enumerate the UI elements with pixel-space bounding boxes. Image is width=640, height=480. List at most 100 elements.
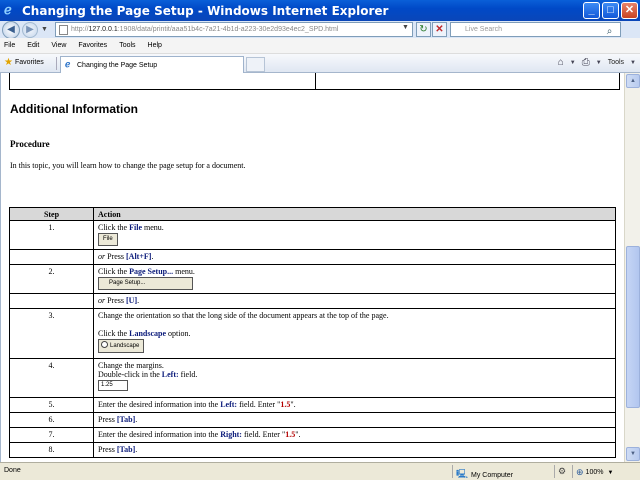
dropdown-icon[interactable]: ▼ xyxy=(607,470,613,476)
action-cell: Press [Tab]. xyxy=(93,442,616,458)
window-controls: _ □ ✕ xyxy=(583,2,638,19)
action-text: field. Enter " xyxy=(241,430,286,439)
action-text: Press xyxy=(98,445,117,454)
action-text: option. xyxy=(166,329,191,338)
table-row: 1. Click the File menu. File xyxy=(9,220,616,250)
back-button[interactable]: ◀ xyxy=(2,20,20,39)
action-text: . xyxy=(137,296,140,305)
scrollbar-thumb[interactable] xyxy=(626,246,640,408)
radio-icon xyxy=(101,341,108,348)
step-number: 6. xyxy=(9,412,94,428)
stop-icon[interactable]: ✕ xyxy=(432,22,447,37)
action-text: . xyxy=(135,445,138,454)
search-input[interactable]: Live Search ⌕ xyxy=(450,22,621,37)
tab-changing-page-setup[interactable]: ℯ Changing the Page Setup xyxy=(60,56,244,73)
navigation-bar: ◀ ▶ ▼ http://127.0.0.1:1908/data/printit… xyxy=(0,20,640,39)
column-header-step: Step xyxy=(9,207,94,221)
keyword: [Alt+F] xyxy=(126,252,152,261)
security-zone[interactable]: 🖳 My Computer xyxy=(456,467,513,480)
steps-table: Step Action 1. Click the File menu. File… xyxy=(9,207,616,458)
table-row: 7. Enter the desired information into th… xyxy=(9,427,616,443)
action-text: ". xyxy=(295,430,301,439)
menu-bar: File Edit View Favorites Tools Help xyxy=(0,38,640,54)
command-bar: ⌂ ▼ ⎙ ▼ Tools ▼ xyxy=(558,57,636,68)
menu-file[interactable]: File xyxy=(4,42,15,49)
home-icon[interactable]: ⌂ xyxy=(558,57,564,68)
menu-view[interactable]: View xyxy=(51,42,66,49)
close-button[interactable]: ✕ xyxy=(621,2,638,19)
dropdown-icon[interactable]: ▼ xyxy=(596,60,602,66)
divider xyxy=(554,465,555,478)
scroll-up-icon[interactable]: ▲ xyxy=(626,74,640,88)
action-cell: Enter the desired information into the R… xyxy=(93,427,616,443)
favorites-button[interactable]: ★ Favorites xyxy=(4,57,44,68)
refresh-icon[interactable]: ↻ xyxy=(416,22,431,37)
menu-edit[interactable]: Edit xyxy=(27,42,39,49)
keyword: [Tab] xyxy=(116,445,136,454)
page-content: Additional Information Procedure In this… xyxy=(0,73,624,462)
table-row: 3. Change the orientation so that the lo… xyxy=(9,308,616,359)
zoom-control[interactable]: ⊕ 100% ▼ xyxy=(576,467,613,478)
favorites-label: Favorites xyxy=(14,59,44,66)
dropdown-icon[interactable]: ▼ xyxy=(630,60,636,66)
history-dropdown-icon[interactable]: ▼ xyxy=(41,26,48,33)
table-row: 6. Press [Tab]. xyxy=(9,412,616,428)
entry-value: 1.5 xyxy=(280,400,291,409)
menu-tools[interactable]: Tools xyxy=(119,42,135,49)
action-text: Click the xyxy=(98,267,130,276)
keyword: Right: xyxy=(220,430,242,439)
action-text: Change the margins. xyxy=(98,361,164,370)
action-cell: or Press [U]. xyxy=(93,293,616,309)
url-path: :1908/data/printit/aaa51b4c-7a21-4b1d-a2… xyxy=(117,26,339,33)
forward-button[interactable]: ▶ xyxy=(22,21,38,38)
address-dropdown-icon[interactable]: ▼ xyxy=(402,24,409,31)
protected-mode-icon[interactable]: ⚙ xyxy=(558,466,566,477)
vertical-scrollbar[interactable]: ▲ ▼ xyxy=(624,73,640,462)
table-row: or Press [Alt+F]. xyxy=(9,249,616,265)
page-icon xyxy=(59,24,68,35)
action-text: field. xyxy=(178,370,198,379)
previous-table-remnant xyxy=(9,73,620,90)
keyword: File xyxy=(129,223,142,232)
table-row: or Press [U]. xyxy=(9,293,616,309)
action-cell: Press [Tab]. xyxy=(93,412,616,428)
maximize-button[interactable]: □ xyxy=(602,2,619,19)
minimize-button[interactable]: _ xyxy=(583,2,600,19)
action-text: Click the xyxy=(98,329,130,338)
step-number: 3. xyxy=(9,308,94,359)
action-text: . xyxy=(151,252,154,261)
table-header-row: Step Action xyxy=(9,207,616,221)
table-row: 5. Enter the desired information into th… xyxy=(9,397,616,413)
address-field[interactable]: http://127.0.0.1:1908/data/printit/aaa51… xyxy=(55,22,413,37)
zone-label: My Computer xyxy=(471,471,514,479)
action-text: Change the orientation so that the long … xyxy=(98,311,389,320)
divider xyxy=(452,465,453,478)
new-tab-button[interactable] xyxy=(246,57,265,72)
action-cell: Change the orientation so that the long … xyxy=(93,308,616,359)
page-setup-button-image: Page Setup... xyxy=(98,277,193,290)
action-cell: Change the margins. Double-click in the … xyxy=(93,358,616,398)
scroll-down-icon[interactable]: ▼ xyxy=(626,447,640,461)
menu-favorites[interactable]: Favorites xyxy=(78,42,107,49)
left-margin-field-image: 1.25 xyxy=(98,380,128,391)
menu-help[interactable]: Help xyxy=(148,42,162,49)
table-row: 8. Press [Tab]. xyxy=(9,442,616,458)
star-icon: ★ xyxy=(4,57,13,68)
url-host: 127.0.0.1 xyxy=(88,26,118,33)
tools-menu-button[interactable]: Tools xyxy=(608,59,624,66)
step-number xyxy=(9,293,94,309)
intro-text: In this topic, you will learn how to cha… xyxy=(10,161,246,170)
print-icon[interactable]: ⎙ xyxy=(582,57,590,68)
zoom-level: 100% xyxy=(585,469,604,476)
divider xyxy=(56,57,57,70)
action-text: Double-click in the xyxy=(98,370,162,379)
step-number: 8. xyxy=(9,442,94,458)
keyword: [U] xyxy=(126,296,138,305)
action-text: ". xyxy=(290,400,296,409)
dropdown-icon[interactable]: ▼ xyxy=(570,60,576,66)
step-number: 1. xyxy=(9,220,94,250)
window-title: Changing the Page Setup - Windows Intern… xyxy=(22,3,389,18)
divider xyxy=(572,465,573,478)
action-text: Enter the desired information into the xyxy=(98,400,221,409)
search-icon[interactable]: ⌕ xyxy=(602,24,617,39)
